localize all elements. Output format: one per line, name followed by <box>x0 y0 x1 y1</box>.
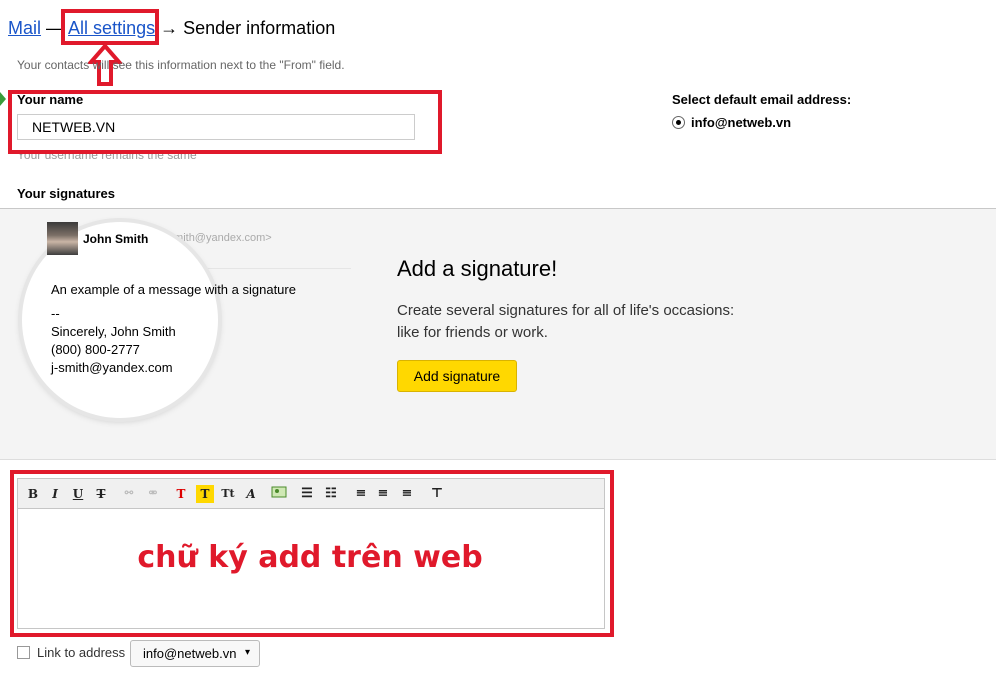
add-signature-title: Add a signature! <box>397 256 558 281</box>
default-email-option: info@netweb.vn <box>691 115 792 130</box>
example-signature-line: Sincerely, John Smith <box>51 324 176 339</box>
example-signature-phone: (800) 800-2777 <box>51 342 140 357</box>
link-to-address-label: Link to address <box>37 645 126 660</box>
example-signature-email: j-smith@yandex.com <box>51 360 173 375</box>
link-to-address-checkbox[interactable] <box>17 646 30 659</box>
example-sender-name: John Smith <box>83 232 149 246</box>
promo-line-1: Create several signatures for all of lif… <box>397 302 735 319</box>
annotation-box-all-settings <box>61 9 159 45</box>
address-select-value: info@netweb.vn <box>143 646 237 661</box>
signatures-heading: Your signatures <box>17 186 116 201</box>
chevron-down-icon: ▾ <box>244 647 250 658</box>
add-signature-button[interactable]: Add signature <box>397 360 517 392</box>
section-marker-icon <box>0 92 6 106</box>
annotation-box-editor <box>10 470 614 637</box>
add-signature-description: Create several signatures for all of lif… <box>397 300 757 344</box>
breadcrumb: Mail — All settings → Sender information <box>8 18 335 39</box>
promo-line-2: like for friends or work. <box>397 324 548 341</box>
example-signature-dashes: -- <box>51 306 60 321</box>
address-select[interactable]: info@netweb.vn ▾ <box>130 640 260 667</box>
mail-link[interactable]: Mail <box>8 18 41 38</box>
avatar <box>47 222 78 255</box>
example-message: An example of a message with a signature <box>51 282 296 297</box>
from-field-hint: Your contacts will see this information … <box>17 58 345 72</box>
breadcrumb-arrow: → <box>160 18 179 38</box>
default-email-radio[interactable] <box>672 116 685 129</box>
default-email-label: Select default email address: <box>672 92 852 107</box>
page-title: Sender information <box>183 18 336 38</box>
annotation-box-your-name <box>8 90 442 154</box>
